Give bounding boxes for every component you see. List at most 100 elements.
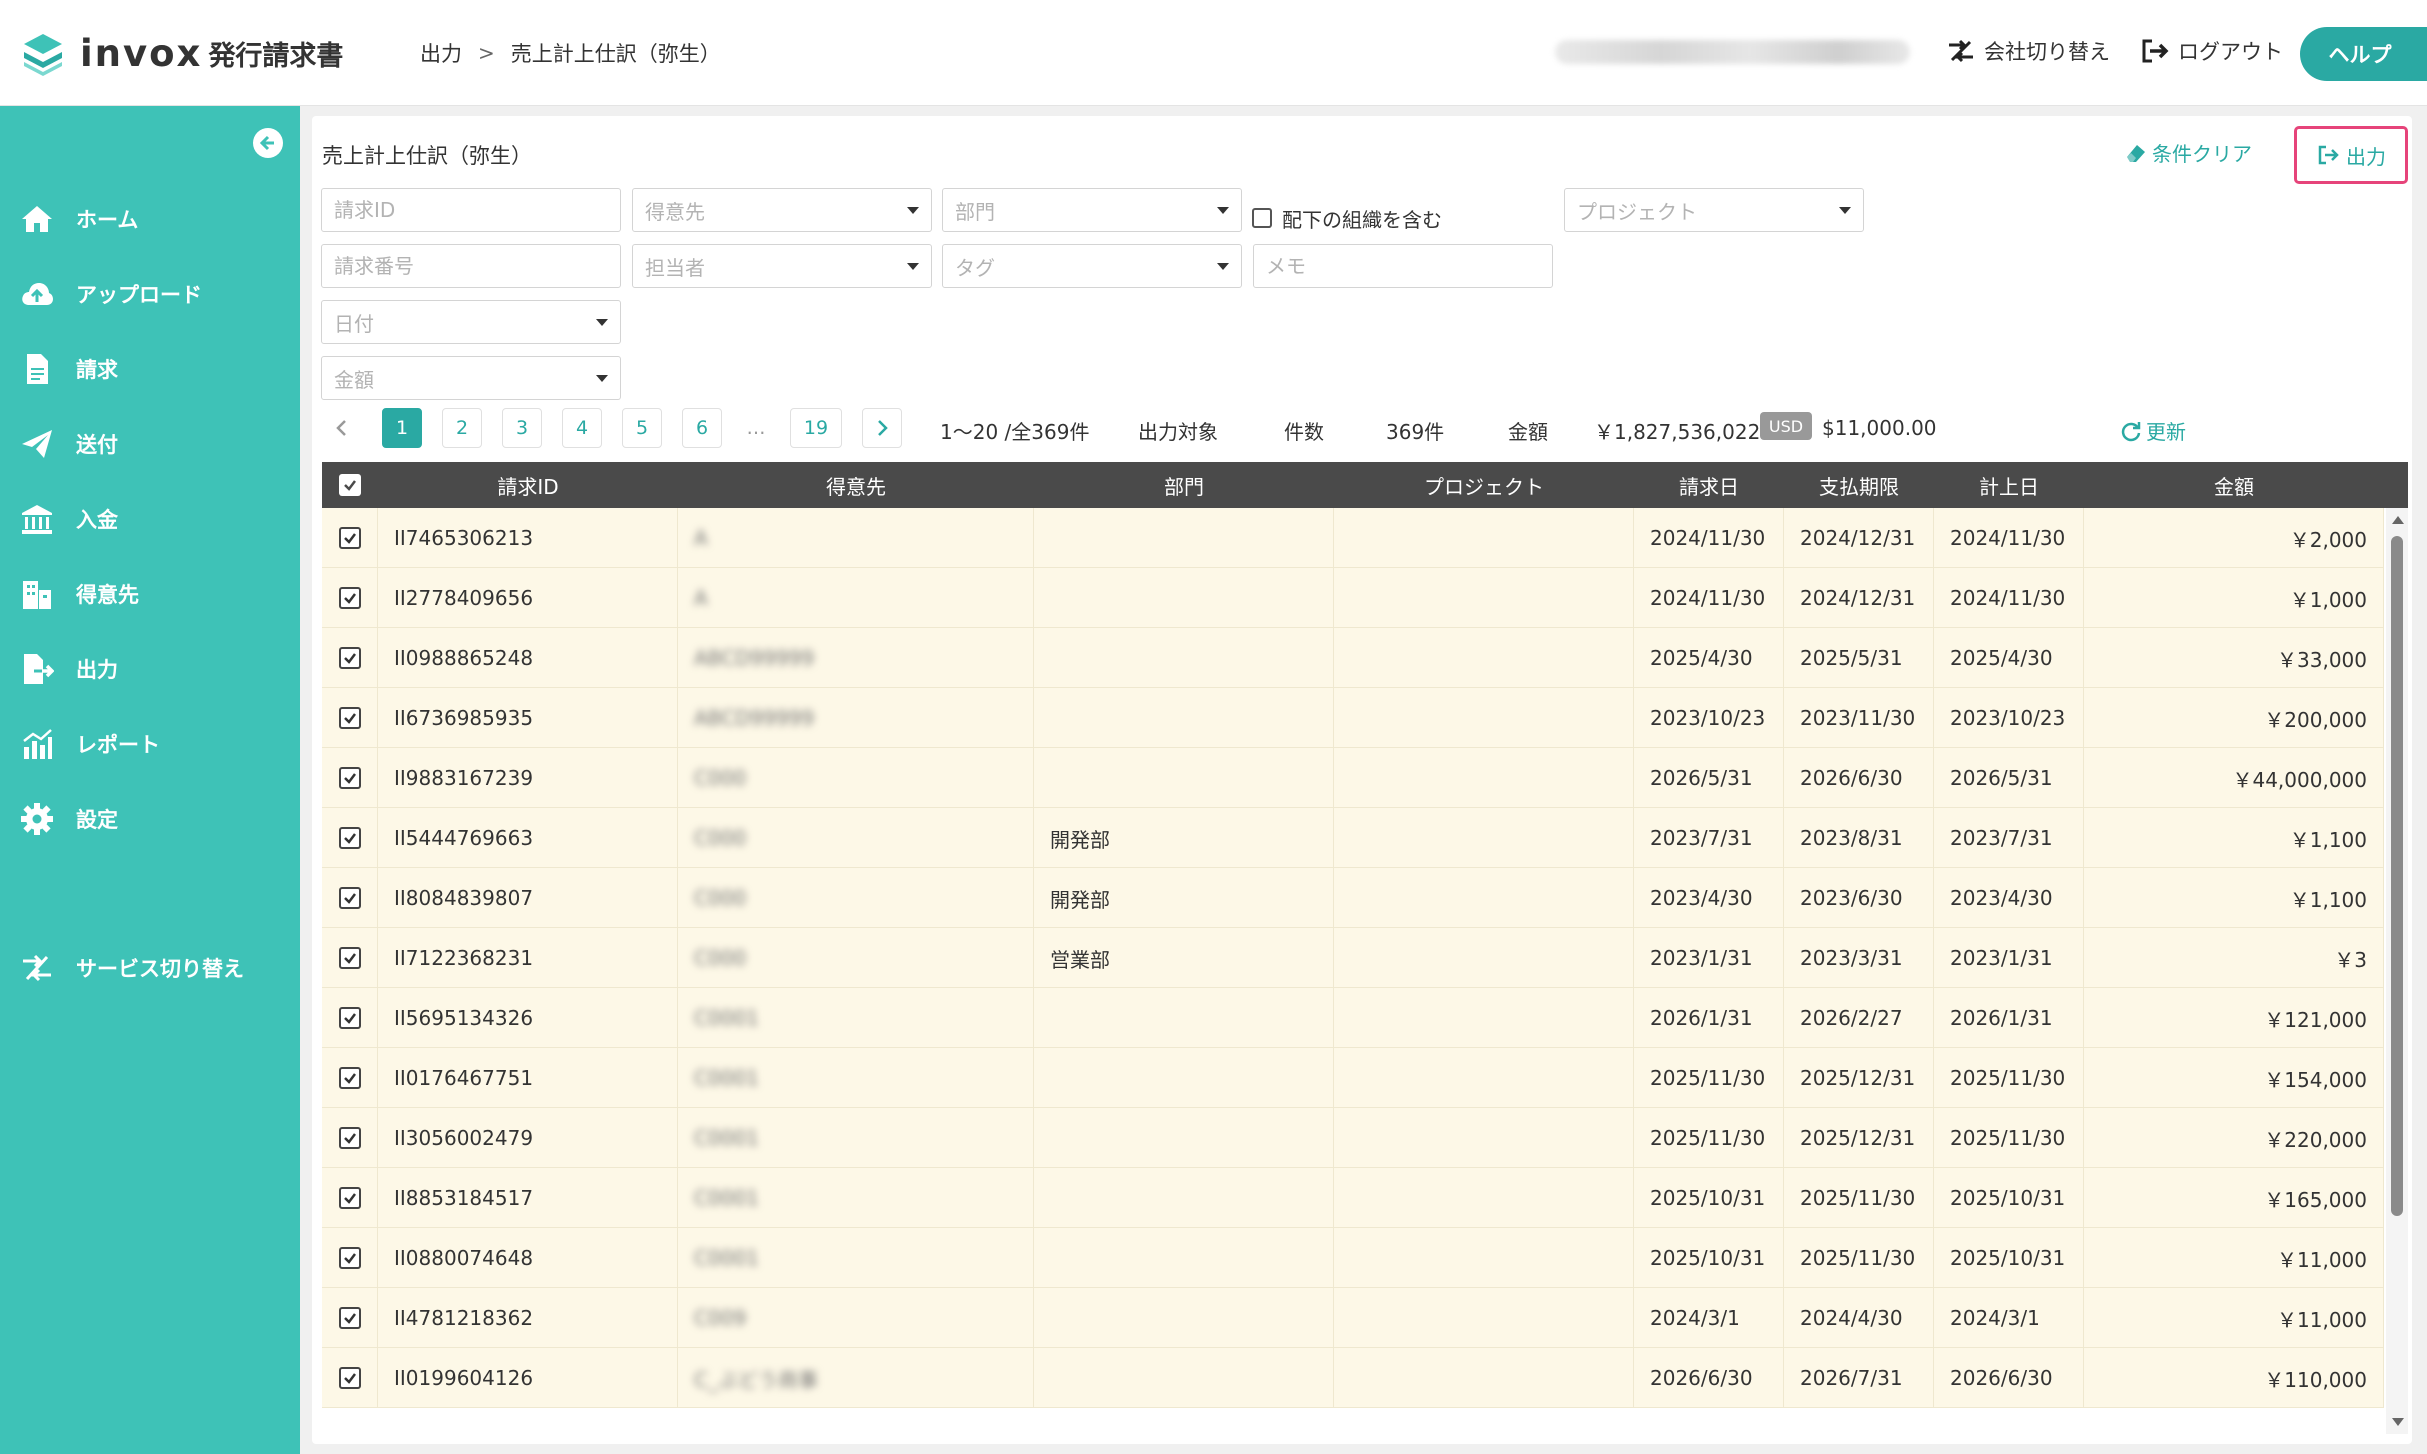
sidebar-item-home[interactable]: ホーム (20, 199, 138, 239)
table-row[interactable]: II2778409656 A 2024/11/30 2024/12/31 2024/11… (322, 568, 2384, 628)
tag-select[interactable]: タグ (942, 244, 1242, 288)
column-header-customer[interactable]: 得意先 (678, 462, 1034, 508)
table-row[interactable]: II4781218362 C009 2024/3/1 2024/4/30 2024/3/… (322, 1288, 2384, 1348)
logout-button[interactable]: ログアウト (2140, 36, 2283, 66)
sidebar-item-service-switch[interactable]: サービス切り替え (20, 948, 244, 988)
table-row[interactable]: II0880074648 C0001 2025/10/31 2025/11/30 202… (322, 1228, 2384, 1288)
row-checkbox-cell[interactable] (322, 508, 378, 568)
table-row[interactable]: II9883167239 C000 2026/5/31 2026/6/30 2026/5… (322, 748, 2384, 808)
checkbox-checked-icon[interactable] (338, 947, 361, 969)
checkbox-checked-icon[interactable] (338, 1367, 361, 1389)
checkbox-checked-icon[interactable] (338, 1187, 361, 1209)
checkbox-checked-icon[interactable] (338, 827, 361, 849)
row-checkbox-cell[interactable] (322, 808, 378, 868)
department-select[interactable]: 部門 (942, 188, 1242, 232)
row-checkbox-cell[interactable] (322, 928, 378, 988)
memo-field[interactable] (1253, 244, 1553, 288)
app-logo[interactable]: invox 発行請求書 (20, 30, 343, 76)
checkbox-checked-icon[interactable] (338, 1247, 361, 1269)
table-row[interactable]: II0176467751 C0001 2025/11/30 2025/12/31 202… (322, 1048, 2384, 1108)
table-row[interactable]: II7122368231 C000 営業部 2023/1/31 2023/3/31 202… (322, 928, 2384, 988)
checkbox-checked-icon[interactable] (338, 1307, 361, 1329)
row-checkbox-cell[interactable] (322, 688, 378, 748)
sidebar-item-customers[interactable]: 得意先 (20, 574, 139, 614)
project-select[interactable]: プロジェクト (1564, 188, 1864, 232)
row-checkbox-cell[interactable] (322, 628, 378, 688)
column-header-posting-date[interactable]: 計上日 (1934, 462, 2084, 508)
sidebar-collapse-button[interactable] (253, 128, 283, 158)
select-all-checkbox[interactable] (322, 462, 378, 508)
sidebar-item-upload[interactable]: アップロード (20, 274, 202, 314)
table-row[interactable]: II8084839807 C000 開発部 2023/4/30 2023/6/30 202… (322, 868, 2384, 928)
export-button[interactable]: 出力 (2294, 126, 2408, 184)
page-button-1[interactable]: 1 (382, 408, 422, 448)
row-checkbox-cell[interactable] (322, 1168, 378, 1228)
row-checkbox-cell[interactable] (322, 1228, 378, 1288)
page-button-4[interactable]: 4 (562, 408, 602, 448)
sidebar-item-send[interactable]: 送付 (20, 424, 118, 464)
table-row[interactable]: II0988865248 ABCD99999 2025/4/30 2025/5/31 2… (322, 628, 2384, 688)
row-checkbox-cell[interactable] (322, 748, 378, 808)
page-button-6[interactable]: 6 (682, 408, 722, 448)
date-select[interactable]: 日付 (321, 300, 621, 344)
sidebar-item-export[interactable]: 出力 (20, 649, 118, 689)
invoice-number-field[interactable] (321, 244, 621, 288)
sidebar-item-invoices[interactable]: 請求 (20, 349, 118, 389)
checkbox-checked-icon[interactable] (338, 527, 361, 549)
amount-select[interactable]: 金額 (321, 356, 621, 400)
row-checkbox-cell[interactable] (322, 1108, 378, 1168)
checkbox-checked-icon[interactable] (338, 1127, 361, 1149)
memo-input[interactable] (1266, 254, 1552, 278)
table-row[interactable]: II6736985935 ABCD99999 2023/10/23 2023/11/3… (322, 688, 2384, 748)
sidebar-item-settings[interactable]: 設定 (20, 799, 118, 839)
page-button-5[interactable]: 5 (622, 408, 662, 448)
invoice-number-input[interactable] (334, 254, 620, 278)
prev-page-button[interactable] (322, 408, 362, 448)
checkbox-checked-icon[interactable] (338, 587, 361, 609)
checkbox-checked-icon[interactable] (338, 707, 361, 729)
clear-conditions-button[interactable]: 条件クリア (2124, 138, 2252, 167)
customer-select[interactable]: 得意先 (632, 188, 932, 232)
checkbox-empty-icon[interactable] (1252, 208, 1272, 228)
page-button-19[interactable]: 19 (790, 408, 842, 448)
row-checkbox-cell[interactable] (322, 568, 378, 628)
column-header-invoice-date[interactable]: 請求日 (1634, 462, 1784, 508)
scroll-down-icon[interactable] (2392, 1418, 2404, 1426)
page-button-2[interactable]: 2 (442, 408, 482, 448)
column-header-invoice-id[interactable]: 請求ID (378, 462, 678, 508)
invoice-id-input[interactable] (334, 198, 620, 222)
table-row[interactable]: II7465306213 A 2024/11/30 2024/12/31 2024/11… (322, 508, 2384, 568)
row-checkbox-cell[interactable] (322, 1048, 378, 1108)
row-checkbox-cell[interactable] (322, 1348, 378, 1408)
next-page-button[interactable] (862, 408, 902, 448)
checkbox-checked-icon[interactable] (338, 767, 361, 789)
table-row[interactable]: II0199604126 C_ぶどう商事 2026/6/30 2026/7/31 202… (322, 1348, 2384, 1408)
checkbox-checked-icon[interactable] (338, 887, 361, 909)
table-row[interactable]: II5695134326 C0001 2026/1/31 2026/2/27 2026/… (322, 988, 2384, 1048)
scroll-up-icon[interactable] (2392, 516, 2404, 524)
assignee-select[interactable]: 担当者 (632, 244, 932, 288)
column-header-project[interactable]: プロジェクト (1334, 462, 1634, 508)
include-sub-org-checkbox[interactable]: 配下の組織を含む (1252, 196, 1442, 240)
checkbox-checked-icon[interactable] (338, 1007, 361, 1029)
page-button-3[interactable]: 3 (502, 408, 542, 448)
sidebar-item-payments[interactable]: 入金 (20, 499, 118, 539)
row-checkbox-cell[interactable] (322, 1288, 378, 1348)
invoice-id-field[interactable] (321, 188, 621, 232)
refresh-button[interactable]: 更新 (2120, 416, 2186, 445)
row-checkbox-cell[interactable] (322, 868, 378, 928)
table-row[interactable]: II3056002479 C0001 2025/11/30 2025/12/31 202… (322, 1108, 2384, 1168)
table-row[interactable]: II8853184517 C0001 2025/10/31 2025/11/30 202… (322, 1168, 2384, 1228)
switch-company-button[interactable]: 会社切り替え (1946, 36, 2110, 66)
scroll-thumb[interactable] (2391, 536, 2403, 1216)
breadcrumb-item-export[interactable]: 出力 (420, 38, 462, 68)
checkbox-checked-icon[interactable] (338, 1067, 361, 1089)
row-checkbox-cell[interactable] (322, 988, 378, 1048)
checkbox-checked-icon[interactable] (338, 647, 361, 669)
column-header-department[interactable]: 部門 (1034, 462, 1334, 508)
column-header-due-date[interactable]: 支払期限 (1784, 462, 1934, 508)
table-row[interactable]: II5444769663 C000 開発部 2023/7/31 2023/8/31 202… (322, 808, 2384, 868)
table-scrollbar[interactable] (2386, 508, 2408, 1434)
help-button[interactable]: ヘルプ (2300, 27, 2427, 81)
sidebar-item-reports[interactable]: レポート (20, 724, 160, 764)
